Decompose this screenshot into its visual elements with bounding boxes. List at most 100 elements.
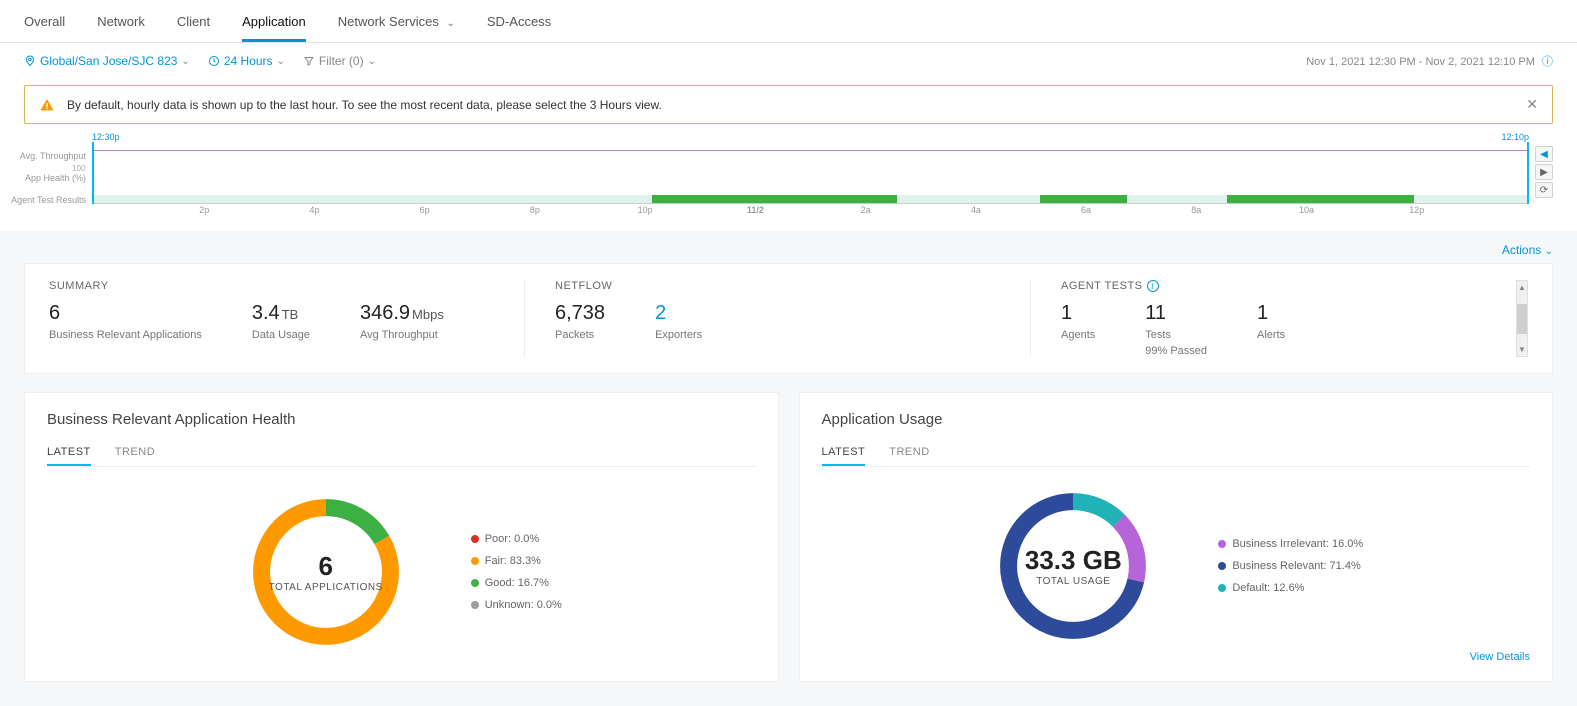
warning-icon	[39, 97, 55, 113]
scroll-down-icon: ▼	[1518, 345, 1526, 354]
tl-tick-100: 100	[72, 164, 85, 173]
toolbar: Global/San Jose/SJC 823 ⌄ 24 Hours ⌄ Fil…	[0, 43, 1577, 79]
agent-tests-alerts: 1 Alerts	[1257, 302, 1285, 357]
tl-xtick: 10a	[1299, 205, 1314, 215]
timeline-expand-button[interactable]: ▶	[1535, 164, 1553, 180]
netflow-packets: 6,738 Packets	[555, 302, 605, 341]
filter-icon	[303, 55, 315, 67]
timeline-chart[interactable]: 12:30p 12:10p 100 2p4p6p8p10p11/22a4a6a8…	[92, 132, 1529, 217]
usage-tab-latest[interactable]: LATEST	[822, 440, 866, 466]
usage-panel: Application Usage LATEST TREND	[799, 392, 1554, 682]
health-legend: Poor: 0.0% Fair: 83.3% Good: 16.7% Unkno…	[471, 533, 562, 611]
agents-value: 1	[1061, 302, 1095, 325]
tab-overall[interactable]: Overall	[24, 6, 65, 42]
summary-scrollbar[interactable]: ▲ ▼	[1516, 280, 1528, 357]
tests-label: Tests	[1145, 329, 1207, 341]
usage-donut: 33.3 GB TOTAL USAGE	[988, 481, 1158, 651]
legend-good: Good: 16.7%	[471, 577, 562, 589]
tab-label: Network Services	[338, 14, 439, 29]
timeline-collapse-button[interactable]: ◀	[1535, 146, 1553, 162]
actions-dropdown[interactable]: Actions ⌄	[24, 243, 1553, 263]
agents-label: Agents	[1061, 329, 1095, 341]
tl-xtick: 8p	[530, 205, 540, 215]
tl-xtick: 2p	[199, 205, 209, 215]
summary-data-label: Data Usage	[252, 329, 310, 341]
tab-client[interactable]: Client	[177, 6, 210, 42]
health-panel-title: Business Relevant Application Health	[47, 411, 756, 428]
tl-xtick: 12p	[1409, 205, 1424, 215]
legend-default: Default: 12.6%	[1218, 582, 1363, 594]
location-selector[interactable]: Global/San Jose/SJC 823 ⌄	[24, 54, 190, 68]
clock-icon	[208, 55, 220, 67]
actions-label: Actions	[1502, 243, 1541, 257]
summary-throughput-value: 346.9	[360, 302, 410, 324]
ylabel-throughput: Avg. Throughput	[8, 152, 86, 162]
health-tab-trend[interactable]: TREND	[115, 440, 155, 466]
alert-text: By default, hourly data is shown up to t…	[67, 98, 662, 112]
tab-application[interactable]: Application	[242, 6, 306, 42]
tl-xtick: 4a	[971, 205, 981, 215]
chevron-down-icon: ⌄	[368, 56, 376, 67]
date-range: Nov 1, 2021 12:30 PM - Nov 2, 2021 12:10…	[1306, 53, 1553, 69]
tab-network[interactable]: Network	[97, 6, 145, 42]
summary-card: SUMMARY 6 Business Relevant Applications…	[24, 263, 1553, 374]
summary-throughput: 346.9Mbps Avg Throughput	[360, 302, 444, 341]
summary-throughput-unit: Mbps	[412, 307, 444, 322]
health-center-value: 6	[318, 551, 332, 582]
info-alert: By default, hourly data is shown up to t…	[24, 85, 1553, 124]
tl-start-label: 12:30p	[92, 132, 120, 142]
health-panel: Business Relevant Application Health LAT…	[24, 392, 779, 682]
scroll-thumb[interactable]	[1517, 304, 1527, 334]
tl-xtick: 4p	[309, 205, 319, 215]
location-icon	[24, 55, 36, 67]
netflow-exporters-label: Exporters	[655, 329, 702, 341]
health-tab-latest[interactable]: LATEST	[47, 440, 91, 466]
timeline-refresh-button[interactable]: ⟳	[1535, 182, 1553, 198]
timerange-label: 24 Hours	[224, 54, 273, 68]
timerange-selector[interactable]: 24 Hours ⌄	[208, 54, 285, 68]
tl-xtick: 10p	[638, 205, 653, 215]
alerts-value: 1	[1257, 302, 1285, 325]
ylabel-health: App Health (%)	[8, 174, 86, 184]
summary-apps: 6 Business Relevant Applications	[49, 302, 202, 341]
legend-relevant: Business Relevant: 71.4%	[1218, 560, 1363, 572]
agent-tests-agents: 1 Agents	[1061, 302, 1095, 357]
agent-tests-tests: 11 Tests 99% Passed	[1145, 302, 1207, 357]
info-icon[interactable]: ⓘ	[1542, 56, 1553, 68]
tests-sublabel: 99% Passed	[1145, 345, 1207, 357]
usage-center-value: 33.3 GB	[1025, 545, 1122, 576]
summary-data: 3.4TB Data Usage	[252, 302, 310, 341]
tl-end-label: 12:10p	[1501, 132, 1529, 142]
view-details-link[interactable]: View Details	[822, 651, 1531, 663]
tab-network-services[interactable]: Network Services ⌄	[338, 6, 455, 42]
health-center-label: TOTAL APPLICATIONS	[269, 582, 383, 593]
tab-sd-access[interactable]: SD-Access	[487, 6, 551, 42]
netflow-exporters[interactable]: 2 Exporters	[655, 302, 702, 341]
summary-throughput-label: Avg Throughput	[360, 329, 444, 341]
netflow-exporters-value: 2	[655, 302, 702, 325]
summary-data-value: 3.4	[252, 302, 280, 324]
chevron-down-icon: ⌄	[277, 56, 285, 67]
health-donut: 6 TOTAL APPLICATIONS	[241, 487, 411, 657]
usage-panel-title: Application Usage	[822, 411, 1531, 428]
usage-tab-trend[interactable]: TREND	[889, 440, 929, 466]
chevron-down-icon: ⌄	[181, 56, 189, 67]
legend-unknown: Unknown: 0.0%	[471, 599, 562, 611]
tl-xtick: 2a	[861, 205, 871, 215]
tl-xtick: 11/2	[747, 205, 764, 215]
tests-value: 11	[1145, 302, 1207, 325]
close-icon[interactable]: ✕	[1526, 96, 1538, 113]
netflow-title: NETFLOW	[555, 280, 1000, 292]
usage-legend: Business Irrelevant: 16.0% Business Rele…	[1218, 538, 1363, 594]
info-icon[interactable]: i	[1147, 280, 1159, 292]
filter-selector[interactable]: Filter (0) ⌄	[303, 54, 376, 68]
legend-fair: Fair: 83.3%	[471, 555, 562, 567]
chevron-down-icon: ⌄	[1545, 246, 1553, 257]
agent-tests-title: AGENT TESTS	[1061, 280, 1143, 292]
chevron-down-icon: ⌄	[447, 18, 455, 29]
legend-poor: Poor: 0.0%	[471, 533, 562, 545]
date-range-text: Nov 1, 2021 12:30 PM - Nov 2, 2021 12:10…	[1306, 56, 1535, 68]
usage-center-label: TOTAL USAGE	[1036, 576, 1110, 587]
tl-xtick: 8a	[1191, 205, 1201, 215]
tl-xtick: 6p	[420, 205, 430, 215]
